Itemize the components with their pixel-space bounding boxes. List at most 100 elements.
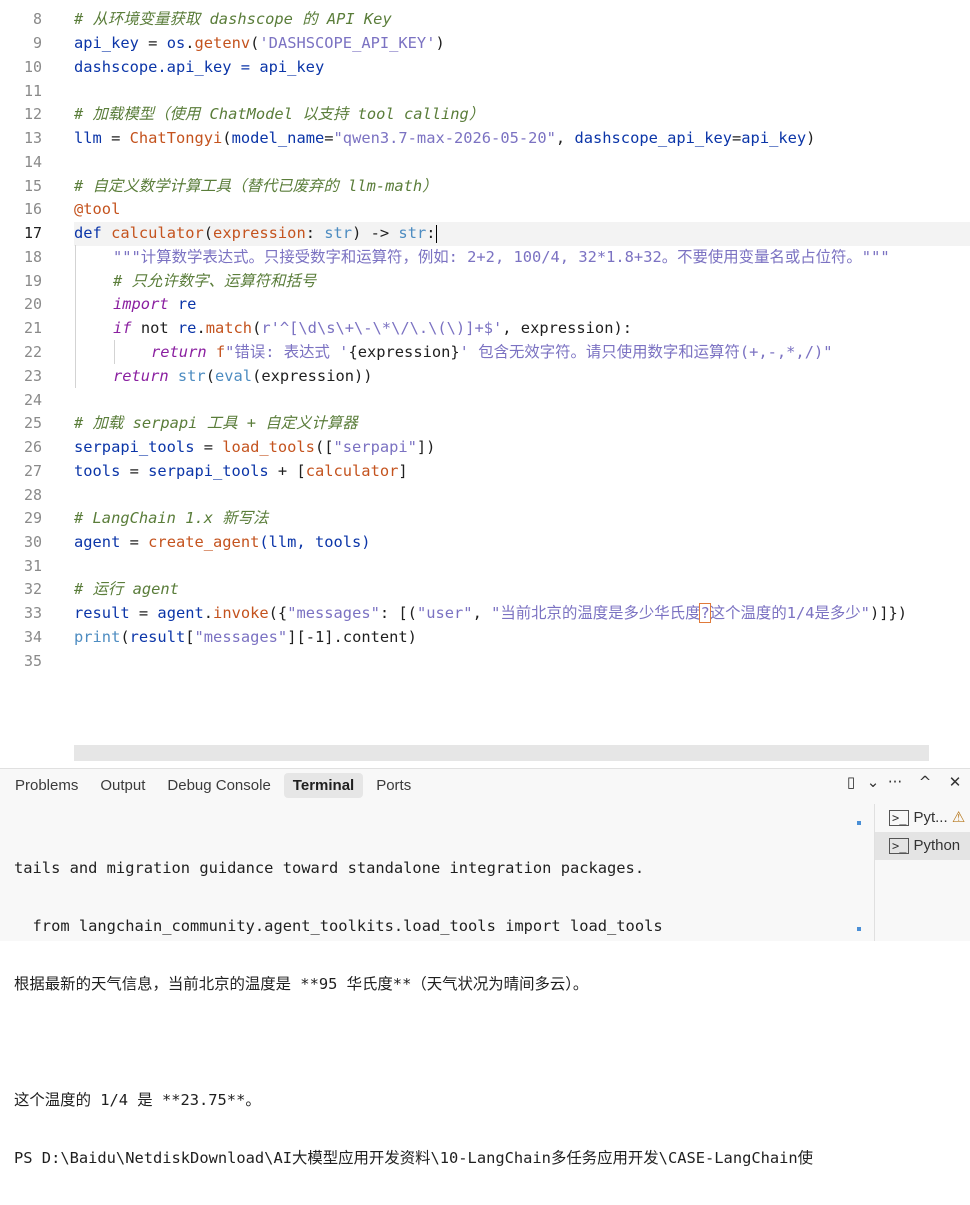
function-name: create_agent xyxy=(148,533,260,551)
tab-ports[interactable]: Ports xyxy=(367,773,420,798)
chevron-down-icon[interactable]: ⌄ xyxy=(866,773,880,791)
line-number: 31 xyxy=(23,557,42,575)
line-number: 13 xyxy=(23,129,42,147)
punctuation: ) xyxy=(435,34,445,52)
code-line-19[interactable]: # 只允许数字、运算符和括号 xyxy=(113,270,316,294)
docstring: """计算数学表达式。只接受数字和运算符，例如: 2+2, 100/4, 32*… xyxy=(113,248,890,266)
close-icon[interactable]: ✕ xyxy=(940,773,970,791)
code-line-26[interactable]: serpapi_tools = load_tools(["serpapi"]) xyxy=(74,436,435,460)
punctuation: : xyxy=(426,224,436,242)
string: "qwen3.7-max-2026-05-20" xyxy=(333,129,556,147)
punctuation: ) -> xyxy=(352,224,399,242)
terminal-line: 这个温度的 1/4 是 **23.75**。 xyxy=(14,1091,261,1109)
punctuation: , xyxy=(472,604,492,622)
code-line-30[interactable]: agent = create_agent(llm, tools) xyxy=(74,531,371,555)
keyword: if xyxy=(113,319,132,337)
code-line-20[interactable]: import re xyxy=(113,293,196,317)
code-line-23[interactable]: return str(eval(expression)) xyxy=(113,365,373,389)
terminal-instance-label: Pyt... xyxy=(913,809,948,826)
code-line-32[interactable]: # 运行 agent xyxy=(74,578,179,602)
keyword: not xyxy=(131,319,178,337)
code-line-10[interactable]: dashscope.api_key = api_key xyxy=(74,56,324,80)
function-name: match xyxy=(205,319,253,337)
code-line-22[interactable]: return f"错误: 表达式 '{expression}' 包含无效字符。请… xyxy=(151,341,833,365)
terminal-instance-item[interactable]: >_ Python xyxy=(875,832,970,860)
tab-debug-console[interactable]: Debug Console xyxy=(158,773,279,798)
punctuation: : xyxy=(305,224,325,242)
operator: = xyxy=(732,129,742,147)
horizontal-scrollbar[interactable] xyxy=(74,745,929,761)
terminal-line: from langchain_community.agent_toolkits.… xyxy=(14,917,663,935)
code-line-25[interactable]: # 加载 serpapi 工具 + 自定义计算器 xyxy=(74,412,358,436)
code-editor[interactable]: 8 9 10 11 12 13 14 15 16 17 18 19 20 21 22 23 24 25 26 27 28… xyxy=(0,0,970,768)
code-line-18[interactable]: """计算数学表达式。只接受数字和运算符，例如: 2+2, 100/4, 32*… xyxy=(113,246,890,270)
identifier: re xyxy=(168,295,197,313)
operator: = xyxy=(324,129,334,147)
code-line-21[interactable]: if not re.match(r'^[\d\s\+\-\*\/\.\(\)]+… xyxy=(113,317,632,341)
punctuation: : [( xyxy=(379,604,417,622)
line-number: 20 xyxy=(23,295,42,313)
tab-problems[interactable]: Problems xyxy=(6,773,87,798)
terminal-output[interactable]: tails and migration guidance toward stan… xyxy=(14,821,813,1205)
operator: . xyxy=(196,319,206,337)
tab-terminal[interactable]: Terminal xyxy=(283,772,364,798)
builtin: print xyxy=(74,628,121,646)
identifier: serpapi_tools xyxy=(148,462,269,480)
terminal-instance-item[interactable]: >_ Pyt... ⚠ xyxy=(875,804,970,832)
line-number: 21 xyxy=(23,319,42,337)
code-line-16[interactable]: @tool xyxy=(74,198,120,222)
more-icon[interactable]: ··· xyxy=(880,773,910,791)
layout-icon[interactable]: ▯ xyxy=(836,773,866,791)
punctuation: ][ xyxy=(287,628,306,646)
code-line-29[interactable]: # LangChain 1.x 新写法 xyxy=(74,507,268,531)
code-line-27[interactable]: tools = serpapi_tools + [calculator] xyxy=(74,460,408,484)
code-line-17[interactable]: def calculator(expression: str) -> str: xyxy=(74,222,437,246)
code-line-33[interactable]: result = agent.invoke({"messages": [("us… xyxy=(74,602,907,626)
punctuation: , expression): xyxy=(502,319,632,337)
identifier: result xyxy=(129,628,186,646)
line-number: 32 xyxy=(23,580,42,598)
interpolation: {expression} xyxy=(348,343,460,361)
string: "当前北京的温度是多少华氏度 xyxy=(491,604,701,622)
line-number: 22 xyxy=(23,343,42,361)
function-name: calculator xyxy=(305,462,399,480)
builtin: str xyxy=(177,367,206,385)
function-name: ChatTongyi xyxy=(129,129,223,147)
function-name: load_tools xyxy=(222,438,315,456)
line-number: 18 xyxy=(23,248,42,266)
punctuation: , xyxy=(555,129,575,147)
identifier: .api_key = xyxy=(157,58,260,76)
comment: # 只允许数字、运算符和括号 xyxy=(113,272,317,290)
punctuation: ) xyxy=(806,129,816,147)
identifier: dashscope_api_key xyxy=(574,129,732,147)
code-line-13[interactable]: llm = ChatTongyi(model_name="qwen3.7-max… xyxy=(74,127,815,151)
keyword: def xyxy=(74,224,102,242)
punctuation: ( xyxy=(252,319,262,337)
code-line-34[interactable]: print(result["messages"][-1].content) xyxy=(74,626,417,650)
punctuation: ([ xyxy=(314,438,334,456)
warning-icon: ⚠ xyxy=(951,809,966,826)
identifier: tools xyxy=(74,462,121,480)
line-number: 25 xyxy=(23,414,42,432)
code-line-12[interactable]: # 加载模型（使用 ChatModel 以支持 tool calling） xyxy=(74,103,484,127)
comment: # 加载模型（使用 ChatModel 以支持 tool calling） xyxy=(74,105,485,123)
code-line-8[interactable]: # 从环境变量获取 dashscope 的 API Key xyxy=(74,8,392,32)
line-number: 15 xyxy=(23,177,42,195)
decorator: @tool xyxy=(74,200,121,218)
tab-output[interactable]: Output xyxy=(91,773,154,798)
identifier: api_key xyxy=(74,34,139,52)
function-name: invoke xyxy=(213,604,269,622)
operator: = xyxy=(101,129,130,147)
keyword: return xyxy=(151,343,207,361)
code-line-9[interactable]: api_key = os.getenv('DASHSCOPE_API_KEY') xyxy=(74,32,445,56)
identifier: (llm, tools) xyxy=(259,533,371,551)
punctuation: (expression)) xyxy=(252,367,373,385)
line-number: 27 xyxy=(23,462,42,480)
code-line-15[interactable]: # 自定义数学计算工具（替代已废弃的 llm-math） xyxy=(74,175,438,199)
line-number: 14 xyxy=(23,153,42,171)
maximize-icon[interactable]: ^ xyxy=(910,773,940,791)
comment: # 运行 agent xyxy=(74,580,179,598)
type: str xyxy=(324,224,353,242)
